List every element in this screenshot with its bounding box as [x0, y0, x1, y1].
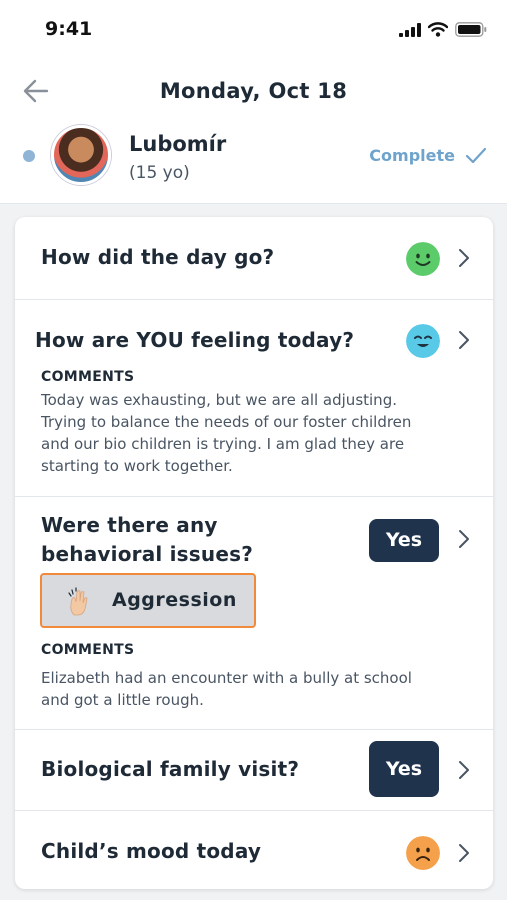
status-icons: [399, 22, 487, 37]
wifi-icon: [428, 22, 448, 37]
status-dot: [23, 150, 35, 162]
question-line: behavioral issues?: [41, 542, 253, 566]
signal-icon: [399, 22, 421, 37]
comment-line: Elizabeth had an encounter with a bully …: [41, 669, 412, 687]
hand-icon: [68, 587, 88, 616]
question-behavior: Were there any behavioral issues?: [41, 511, 253, 569]
chevron-right-icon: [459, 331, 469, 349]
chevron-right-icon: [459, 530, 469, 548]
comment-line: and our bio children is trying. I am gla…: [41, 435, 405, 453]
row-mood[interactable]: Child’s mood today: [15, 811, 493, 889]
comments-text: Elizabeth had an encounter with a bully …: [41, 667, 471, 711]
comment-line: starting to work together.: [41, 457, 233, 475]
question-feeling: How are YOU feeling today?: [35, 328, 355, 352]
content-face-icon: [406, 324, 440, 358]
row-visit[interactable]: Biological family visit? Yes: [15, 730, 493, 811]
tag-label: Aggression: [112, 589, 237, 611]
answer-yes-badge[interactable]: Yes: [369, 741, 439, 797]
comments-label: COMMENTS: [41, 642, 135, 658]
happy-face-icon: [406, 242, 440, 276]
checkmark-icon: [465, 147, 487, 163]
comments-label: COMMENTS: [41, 369, 135, 385]
child-name: Lubomír: [129, 132, 227, 156]
row-day[interactable]: How did the day go?: [15, 217, 493, 300]
comment-line: Trying to balance the needs of our foste…: [41, 413, 412, 431]
chevron-right-icon: [459, 761, 469, 779]
complete-label: Complete: [369, 146, 455, 165]
comment-line: Today was exhausting, but we are all adj…: [41, 391, 397, 409]
complete-button[interactable]: Complete: [369, 146, 487, 165]
comments-text: Today was exhausting, but we are all adj…: [41, 389, 471, 477]
status-time: 9:41: [45, 18, 93, 40]
row-feeling[interactable]: How are YOU feeling today? COMMENTS Toda…: [15, 300, 493, 497]
question-visit: Biological family visit?: [41, 757, 300, 781]
question-line: Were there any: [41, 513, 218, 537]
chevron-right-icon: [459, 249, 469, 267]
chevron-right-icon: [459, 844, 469, 862]
sad-face-icon: [406, 836, 440, 870]
question-day: How did the day go?: [41, 245, 275, 269]
aggression-tag[interactable]: Aggression: [40, 573, 256, 628]
journal-card: How did the day go? How are YOU feeling …: [15, 217, 493, 889]
comment-line: and got a little rough.: [41, 691, 204, 709]
avatar[interactable]: [51, 125, 111, 185]
child-age: (15 yo): [129, 163, 190, 183]
question-mood: Child’s mood today: [41, 839, 262, 863]
page-title: Monday, Oct 18: [159, 79, 348, 103]
row-behavior[interactable]: Were there any behavioral issues? Yes Ag…: [15, 497, 493, 730]
answer-yes-badge[interactable]: Yes: [369, 519, 439, 562]
header: Monday, Oct 18 Lubomír (15 yo) Complete: [0, 62, 507, 204]
battery-icon: [455, 22, 487, 37]
status-bar: 9:41: [0, 0, 507, 62]
